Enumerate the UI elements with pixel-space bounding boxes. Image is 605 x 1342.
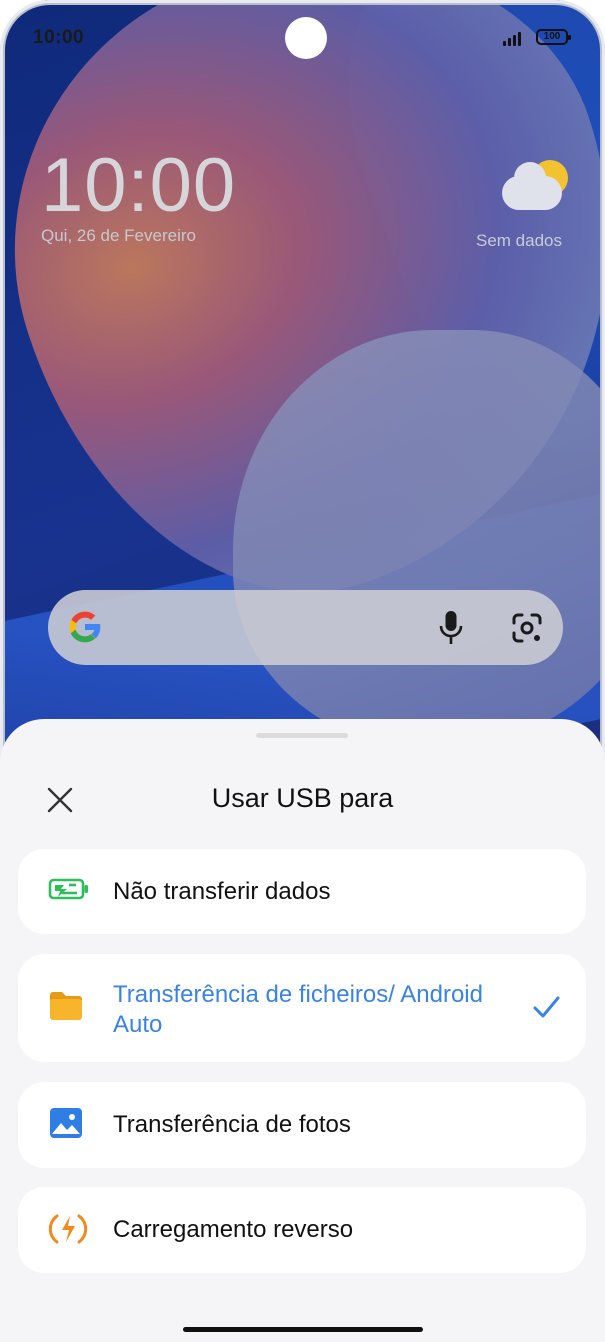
sheet-title: Usar USB para [211,783,394,813]
lens-camera-icon[interactable] [510,611,544,645]
checkmark-icon [533,996,560,1018]
usb-options-sheet: Usar USB para Não transferir dados Trans… [0,719,605,1342]
weather-status[interactable]: Sem dados [476,231,562,251]
option-file-transfer[interactable]: Transferência de ficheiros/ Android Auto [18,954,586,1062]
partly-cloudy-icon[interactable] [500,160,570,220]
home-indicator[interactable] [183,1327,423,1332]
microphone-icon[interactable] [438,610,464,646]
sheet-drag-handle[interactable] [256,733,348,738]
option-no-data-transfer[interactable]: Não transferir dados [18,849,586,934]
option-label: Carregamento reverso [113,1216,354,1243]
signal-icon [503,30,521,46]
option-label: Não transferir dados [113,878,331,905]
camera-cutout [285,17,327,59]
lock-date: Qui, 26 de Fevereiro [41,226,196,245]
image-icon [50,1108,82,1138]
reverse-charging-icon [48,1214,88,1244]
google-search-bar[interactable] [48,590,563,665]
status-bar-time: 10:00 [33,27,85,48]
option-label: Transferência de fotos [113,1111,351,1138]
option-photo-transfer[interactable]: Transferência de fotos [18,1082,586,1168]
option-reverse-charging[interactable]: Carregamento reverso [18,1187,586,1273]
battery-charging-icon [48,878,88,900]
option-label: Transferência de ficheiros/ Android Auto [113,981,483,1038]
folder-icon [50,992,82,1020]
google-g-icon [69,611,102,643]
lock-clock: 10:00 [41,143,237,228]
battery-icon: 100 [536,29,571,45]
